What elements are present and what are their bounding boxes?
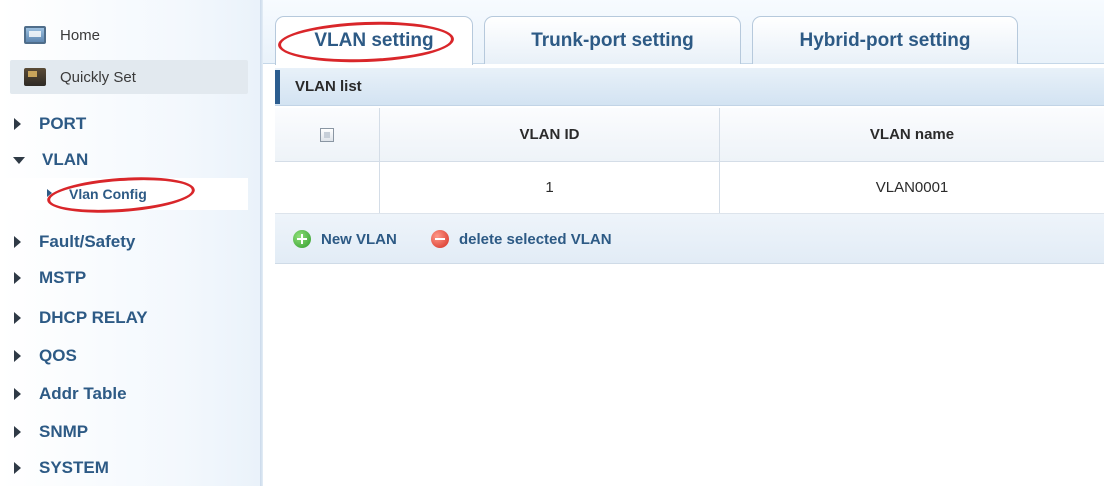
sidebar-item-label: SNMP (39, 422, 89, 441)
header-accent-bar (275, 70, 280, 104)
caret-right-icon (14, 426, 21, 438)
sidebar-item-label: Addr Table (39, 384, 127, 403)
sidebar-item-system[interactable]: SYSTEM (12, 454, 109, 482)
caret-down-icon (13, 156, 25, 164)
home-icon (24, 26, 46, 44)
select-all-checkbox[interactable] (320, 127, 334, 142)
caret-right-icon (14, 118, 21, 130)
row-select-cell[interactable] (275, 162, 380, 213)
sidebar-item-dhcp-relay[interactable]: DHCP RELAY (12, 304, 148, 332)
tab-trunk-port-setting[interactable]: Trunk-port setting (484, 16, 741, 64)
sidebar: Home Quickly Set PORT VLAN Vlan Config F… (0, 0, 260, 486)
delete-vlan-label: delete selected VLAN (459, 230, 612, 248)
sidebar-item-label: QOS (39, 346, 77, 365)
sidebar-item-vlan[interactable]: VLAN (12, 146, 88, 174)
vlan-name-cell: VLAN0001 (875, 179, 949, 196)
sidebar-item-fault-safety[interactable]: Fault/Safety (12, 228, 135, 256)
delete-selected-vlan-button[interactable]: delete selected VLAN (431, 230, 612, 248)
sidebar-item-label: VLAN (42, 150, 89, 169)
tab-hybrid-port-setting[interactable]: Hybrid-port setting (752, 16, 1018, 64)
sidebar-item-label: SYSTEM (39, 458, 109, 477)
caret-right-icon (14, 236, 21, 248)
vlan-actions-bar: New VLAN delete selected VLAN (275, 214, 1104, 264)
caret-right-icon (14, 272, 21, 284)
vlan-list-title: VLAN list (295, 78, 362, 95)
sidebar-item-label: MSTP (39, 268, 87, 287)
vlan-list-header: VLAN list (275, 68, 1104, 106)
sidebar-item-home[interactable]: Home (10, 18, 248, 52)
select-all-cell (275, 108, 380, 161)
sidebar-item-label: Quickly Set (60, 68, 136, 86)
sidebar-item-label: DHCP RELAY (39, 308, 148, 327)
vlan-id-cell: 1 (380, 162, 720, 213)
tab-label: Trunk-port setting (531, 29, 694, 51)
caret-right-icon (14, 388, 21, 400)
sidebar-divider (260, 0, 263, 486)
caret-right-icon (14, 350, 21, 362)
sidebar-item-quickly-set[interactable]: Quickly Set (10, 60, 248, 94)
table-header-row: VLAN ID VLAN name (275, 108, 1104, 162)
column-header-vlan-name[interactable]: VLAN name (720, 108, 1104, 161)
table-row[interactable]: 1 VLAN0001 (275, 162, 1104, 214)
sidebar-item-label: Fault/Safety (39, 232, 136, 251)
sidebar-item-label: PORT (39, 114, 87, 133)
caret-right-icon (14, 312, 21, 324)
sidebar-item-addr-table[interactable]: Addr Table (12, 380, 127, 408)
caret-right-icon (14, 462, 21, 474)
sidebar-item-snmp[interactable]: SNMP (12, 418, 88, 446)
quickly-set-icon (24, 68, 46, 86)
sidebar-item-port[interactable]: PORT (12, 110, 86, 138)
vlan-table: VLAN ID VLAN name 1 VLAN0001 (275, 108, 1104, 214)
new-vlan-button[interactable]: New VLAN (293, 230, 397, 248)
delete-icon (431, 230, 449, 248)
sidebar-item-qos[interactable]: QOS (12, 342, 77, 370)
new-vlan-label: New VLAN (321, 230, 397, 248)
add-icon (293, 230, 311, 248)
column-header-vlan-id[interactable]: VLAN ID (380, 108, 720, 161)
sidebar-item-mstp[interactable]: MSTP (12, 264, 86, 292)
tab-label: Hybrid-port setting (799, 29, 971, 51)
sidebar-item-label: Home (60, 26, 101, 44)
